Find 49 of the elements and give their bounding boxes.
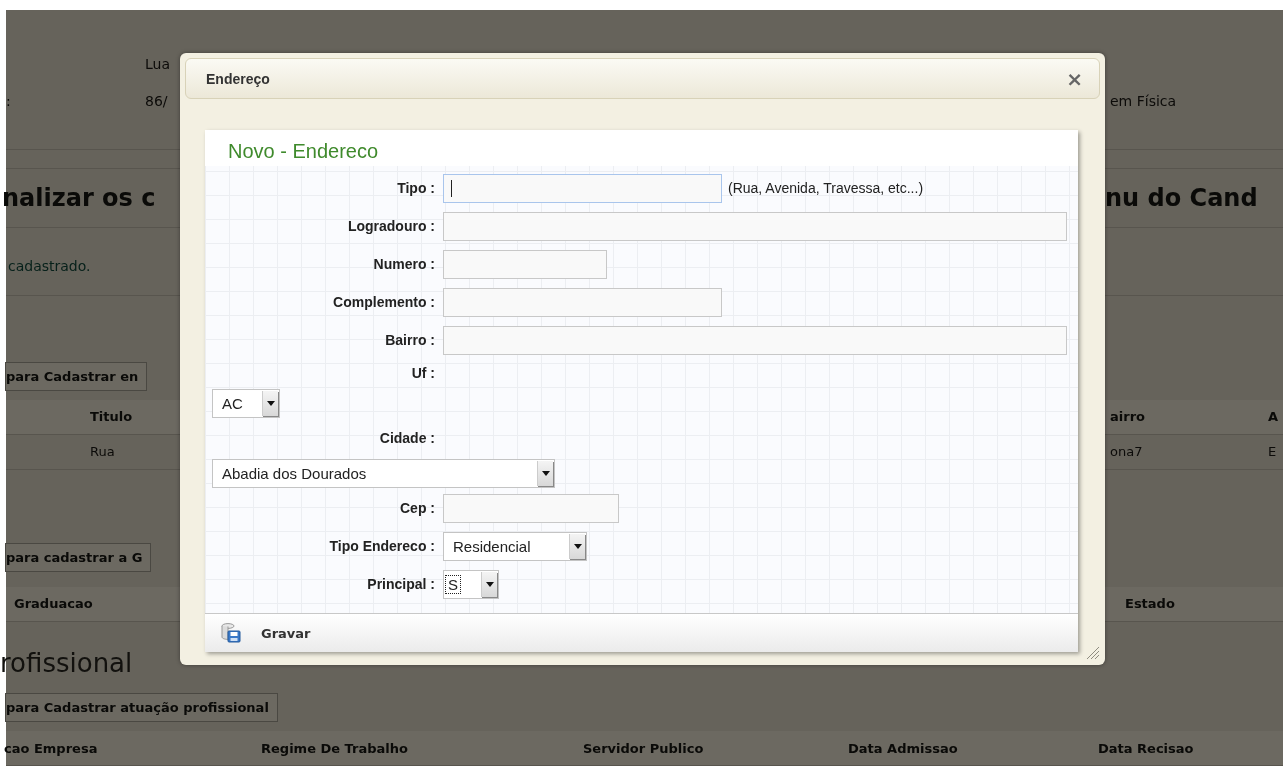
field-label: Logradouro : [346, 218, 436, 234]
column-header: Graduacao [14, 596, 93, 612]
column-header: Servidor Publico [583, 740, 705, 756]
column-header: Regime De Trabalho [261, 740, 409, 756]
field-label: : [6, 92, 12, 109]
column-header: Titulo [90, 409, 133, 425]
dropdown[interactable]: Abadia dos Dourados [212, 458, 555, 488]
field-label: Uf : [410, 365, 436, 381]
input-field[interactable] [443, 173, 722, 203]
input-field[interactable] [443, 493, 619, 523]
page-heading: nu do Cand [1105, 184, 1259, 213]
add-work-button[interactable]: para Cadastrar atuação profissional [5, 693, 278, 723]
close-button[interactable]: × [1064, 68, 1085, 89]
form-heading: Novo - Endereco [228, 140, 379, 163]
field-value: 86/ [145, 92, 168, 109]
add-address-button[interactable]: para Cadastrar en [5, 361, 148, 391]
resize-grip-icon[interactable] [1086, 646, 1100, 660]
dropdown[interactable]: S [443, 569, 499, 599]
field-value: Lua [145, 55, 170, 72]
dropdown[interactable]: AC [212, 388, 280, 418]
field-label: Bairro : [384, 332, 436, 348]
table-cell-text: ona7 [1110, 444, 1144, 460]
dropdown[interactable]: Residencial [443, 531, 587, 561]
field-label: Complemento : [332, 294, 436, 310]
dialog-title: Endereço [206, 70, 270, 87]
field-label: Cep : [399, 500, 436, 516]
database-save-icon [221, 623, 241, 643]
input-field[interactable] [443, 211, 1067, 241]
field-label: Tipo : [396, 180, 436, 196]
add-graduation-button[interactable]: para cadastrar a G [5, 542, 152, 572]
input-field[interactable] [443, 287, 722, 317]
field-label: Cidade : [378, 430, 436, 446]
table-cell: Rua [90, 444, 115, 460]
status-message: cadastrado. [8, 257, 91, 274]
input-field[interactable] [443, 325, 1067, 355]
input-field[interactable] [443, 249, 607, 279]
column-header: Data Admissao [848, 740, 959, 756]
field-label: Tipo Endereco : [328, 538, 436, 554]
field-label: Numero : [372, 256, 436, 272]
save-button[interactable]: Gravar [217, 621, 315, 645]
field-hint: (Rua, Avenida, Travessa, etc...) [728, 180, 924, 196]
column-header: Data Recisao [1098, 740, 1194, 756]
field-label: Principal : [366, 576, 436, 592]
column-header: airro [1110, 409, 1146, 425]
column-header: Estado [1125, 596, 1176, 612]
table-cell-text: E [1268, 444, 1278, 460]
text-cursor [451, 179, 452, 197]
column-header: A [1268, 409, 1280, 425]
field-value: em Física [1110, 92, 1178, 109]
